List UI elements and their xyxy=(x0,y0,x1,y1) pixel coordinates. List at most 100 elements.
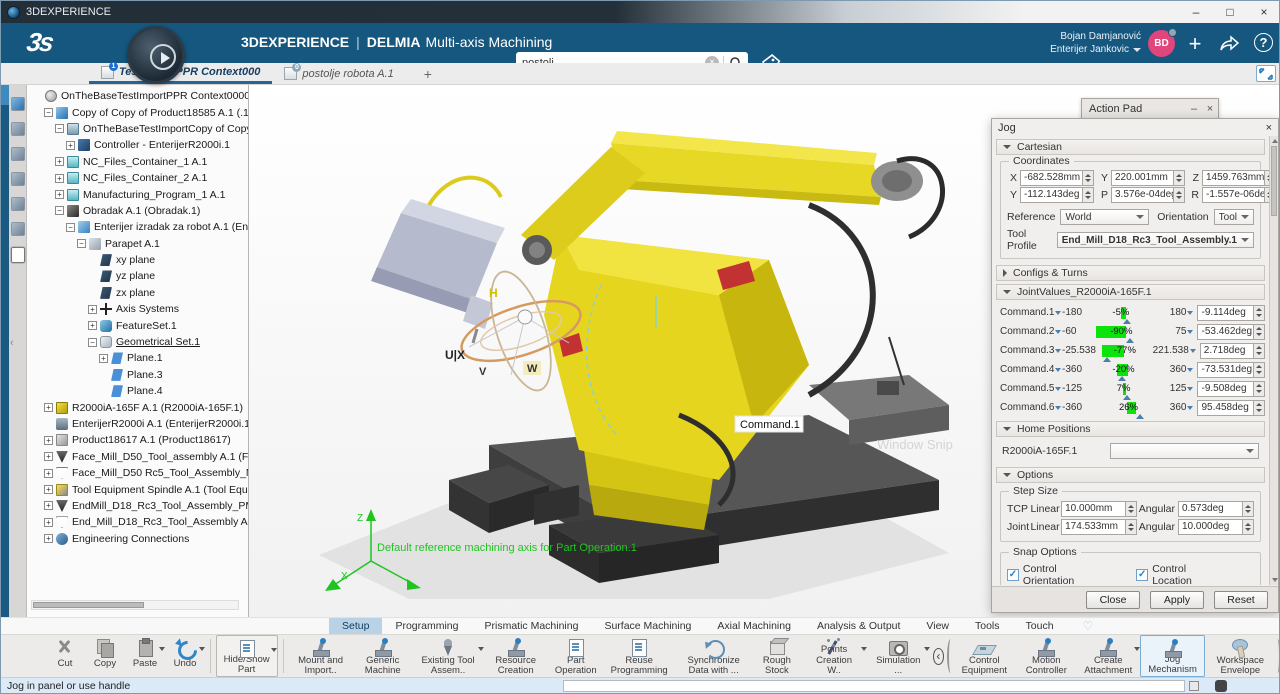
share-icon[interactable] xyxy=(1217,33,1241,59)
joint-value-field[interactable]: -9.114deg xyxy=(1197,305,1265,321)
joint-min-limit[interactable]: -60 xyxy=(1054,326,1094,337)
reuse-programming-button[interactable]: Reuse Programming xyxy=(604,635,675,677)
tree-item[interactable]: +Manufacturing_Program_1 A.1 xyxy=(27,186,248,202)
coordinate-field[interactable]: -682.528mm xyxy=(1020,170,1094,186)
document-tab-2[interactable]: 0postolje robota A.1 xyxy=(272,63,405,84)
new-simulation-button[interactable]: New Simulation ... xyxy=(867,635,930,677)
joint-max-limit[interactable]: 360 xyxy=(1153,402,1195,413)
joint-max-limit[interactable]: 221.538 xyxy=(1153,345,1197,356)
coordinate-field[interactable]: -112.143deg xyxy=(1020,187,1094,203)
joint-value-field[interactable]: 2.718deg xyxy=(1200,343,1265,359)
jog-axis-label-ux[interactable]: U|X xyxy=(445,348,465,362)
tree-item[interactable]: zx plane xyxy=(27,285,248,301)
tree-item[interactable]: yz plane xyxy=(27,268,248,284)
avatar[interactable]: BD xyxy=(1148,30,1175,57)
joint-linear-field[interactable]: 174.533mm xyxy=(1061,519,1137,535)
new-tab-button[interactable]: + xyxy=(424,66,432,82)
tree-item[interactable]: Plane.3 xyxy=(27,367,248,383)
joint-max-limit[interactable]: 125 xyxy=(1153,383,1195,394)
tree-item[interactable]: +Controller - EnterijerR2000i.1 xyxy=(27,137,248,153)
tree-item[interactable]: −OnTheBaseTestImportCopy of Copy of Mach… xyxy=(27,121,248,137)
tree-expander[interactable]: − xyxy=(55,124,64,133)
spinner[interactable] xyxy=(1253,382,1264,396)
tree-expander[interactable]: + xyxy=(66,141,75,150)
spinner[interactable] xyxy=(1253,344,1264,358)
action-pad-window[interactable]: Action Pad – × xyxy=(1081,98,1219,119)
generic-machine-button[interactable]: Generic Machine xyxy=(353,635,413,677)
tcp-linear-field[interactable]: 10.000mm xyxy=(1061,501,1137,517)
ribbon-tab-surface-machining[interactable]: Surface Machining xyxy=(591,618,704,634)
ribbon-tab-view[interactable]: View xyxy=(913,618,962,634)
power-input-field[interactable] xyxy=(563,680,1185,692)
collab-space-selector[interactable]: Enterijer Jankovic xyxy=(1050,43,1141,56)
spinner[interactable] xyxy=(1082,171,1093,185)
joint-max-limit[interactable]: 180 xyxy=(1153,307,1195,318)
tree-item[interactable]: +Face_Mill_D50 Rc5_Tool_Assembly_MTM A.1… xyxy=(27,465,248,481)
dropdown-caret-icon[interactable] xyxy=(199,647,205,651)
spinner[interactable] xyxy=(1173,171,1184,185)
coordinate-field[interactable]: -1.557e-06deg xyxy=(1202,187,1269,203)
joint-min-limit[interactable]: -25.538 xyxy=(1054,345,1096,356)
tree-item[interactable]: −Enterijer izradak za robot A.1 (Enterij… xyxy=(27,219,248,235)
maximize-button[interactable]: □ xyxy=(1213,1,1247,23)
rough-stock-button[interactable]: Rough Stock xyxy=(753,635,802,677)
tree-expander[interactable]: + xyxy=(55,157,64,166)
joint-value-field[interactable]: -53.462deg xyxy=(1197,324,1265,340)
tree-expander[interactable]: + xyxy=(44,469,53,478)
collapse-panel-icon[interactable]: ‹ xyxy=(10,337,18,349)
tcp-angular-field[interactable]: 0.573deg xyxy=(1178,501,1254,517)
tree-expander[interactable]: + xyxy=(44,485,53,494)
tree-expander[interactable]: + xyxy=(88,321,97,330)
spinner[interactable] xyxy=(1253,325,1264,339)
jog-scrollbar[interactable] xyxy=(1269,136,1278,585)
favorites-heart-icon[interactable]: ♡ xyxy=(1083,619,1094,633)
ribbon-tab-axial-machining[interactable]: Axial Machining xyxy=(704,618,804,634)
tree-item[interactable]: +Plane.1 xyxy=(27,350,248,366)
tree-item[interactable]: +Axis Systems xyxy=(27,301,248,317)
components-icon[interactable] xyxy=(11,222,25,236)
command-label[interactable]: Command.1 xyxy=(740,419,800,431)
ribbon-tab-setup[interactable]: Setup xyxy=(329,618,382,634)
tree-item[interactable]: Plane.4 xyxy=(27,383,248,399)
tree-item[interactable]: +EndMill_D18_Rc3_Tool_Assembly_PMG A.1 (… xyxy=(27,498,248,514)
tree-expander[interactable]: − xyxy=(77,239,86,248)
joint-slider-handle[interactable] xyxy=(1103,357,1111,362)
home-position-select[interactable] xyxy=(1110,443,1259,459)
joint-slider-track[interactable]: -77% xyxy=(1098,345,1151,357)
ribbon-tab-touch[interactable]: Touch xyxy=(1013,618,1067,634)
add-content-icon[interactable]: + xyxy=(1183,31,1207,57)
joint-value-field[interactable]: 95.458deg xyxy=(1197,400,1265,416)
reference-select[interactable]: World xyxy=(1060,209,1149,225)
tree-expander[interactable]: + xyxy=(44,518,53,527)
structure-tree-icon[interactable] xyxy=(11,247,25,263)
snap-checkbox[interactable]: ✓ xyxy=(1136,569,1148,581)
tree-expander[interactable]: + xyxy=(88,305,97,314)
joint-min-limit[interactable]: -360 xyxy=(1054,364,1094,375)
dropdown-caret-icon[interactable] xyxy=(924,647,930,651)
motion-controller-button[interactable]: Motion Controller xyxy=(1016,635,1076,677)
snap-checkbox[interactable]: ✓ xyxy=(1007,569,1019,581)
tree-item[interactable]: +R2000iA-165F A.1 (R2000iA-165F.1) xyxy=(27,399,248,415)
tree-item[interactable]: +NC_Files_Container_1 A.1 xyxy=(27,154,248,170)
tree-expander[interactable]: − xyxy=(44,108,53,117)
tree-item[interactable]: −Geometrical Set.1 xyxy=(27,334,248,350)
joint-value-field[interactable]: -9.508deg xyxy=(1197,381,1265,397)
behaviors-icon[interactable] xyxy=(11,122,25,136)
jog-axis-label-v[interactable]: V xyxy=(479,366,487,378)
joint-slider-track[interactable]: -20% xyxy=(1096,364,1151,376)
coordinate-field[interactable]: 1459.763mm xyxy=(1202,170,1269,186)
tree-item[interactable]: OnTheBaseTestImportPPR Context00000071 A… xyxy=(27,88,248,104)
spinner[interactable] xyxy=(1253,363,1264,377)
tree-item[interactable]: +Engineering Connections xyxy=(27,531,248,547)
tree-item[interactable]: +NC_Files_Container_2 A.1 xyxy=(27,170,248,186)
tree-item[interactable]: xy plane xyxy=(27,252,248,268)
tree-item[interactable]: +Face_Mill_D50_Tool_assembly A.1 (Face_M… xyxy=(27,449,248,465)
jog-axis-label-h[interactable]: H xyxy=(489,286,498,300)
apply-button[interactable]: Apply xyxy=(1150,591,1204,609)
tree-view-icon[interactable] xyxy=(11,97,25,111)
action-pad-close-icon[interactable]: × xyxy=(1202,103,1218,115)
synchronize-data-button[interactable]: Synchronize Data with ... xyxy=(675,635,753,677)
section-configs-turns[interactable]: Configs & Turns xyxy=(996,265,1265,281)
hide-show-part-button[interactable]: Hide/Show Part xyxy=(216,635,278,677)
joint-slider-track[interactable]: 26% xyxy=(1096,402,1151,414)
